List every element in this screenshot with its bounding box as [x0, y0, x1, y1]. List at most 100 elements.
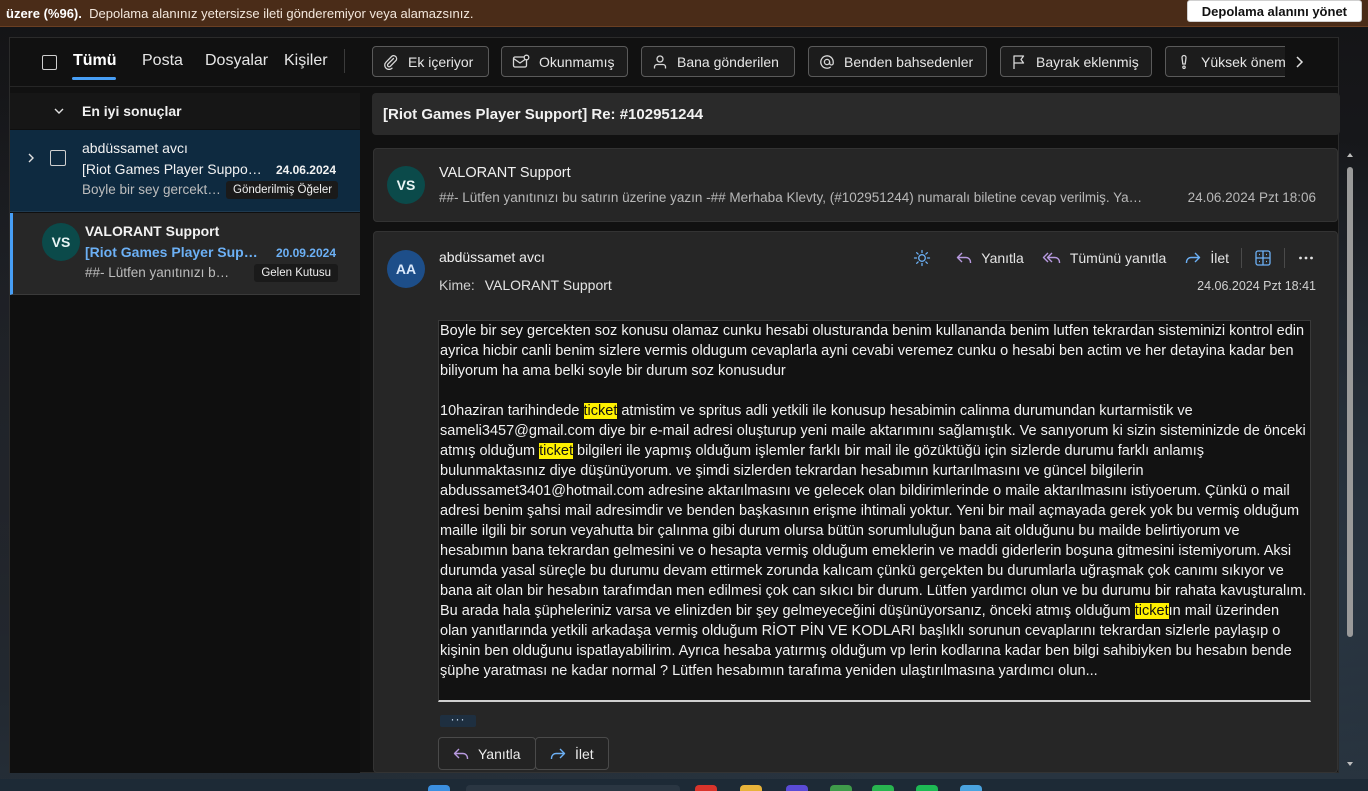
chip-label: Ek içeriyor: [408, 53, 474, 70]
filter-high-importance[interactable]: Yüksek önem: [1165, 46, 1285, 77]
manage-storage-button[interactable]: Depolama alanını yönet: [1186, 0, 1362, 22]
scrollbar-thumb[interactable]: [1347, 167, 1353, 637]
app-icon[interactable]: [960, 785, 982, 791]
forward-label: İlet: [575, 745, 594, 762]
filter-unread[interactable]: Okunmamış: [501, 46, 628, 77]
storage-message: Depolama alanınız yetersizse ileti gönde…: [89, 5, 474, 21]
result-sender: VALORANT Support: [85, 223, 220, 239]
folder-badge: Gelen Kutusu: [254, 264, 338, 282]
forward-icon: [550, 748, 566, 759]
forward-label: İlet: [1210, 250, 1229, 266]
show-more-button[interactable]: ···: [440, 713, 476, 727]
search-results-panel: Tümü Posta Dosyalar Kişiler Ek içeriyor …: [9, 37, 1340, 773]
folder-icon[interactable]: [740, 785, 762, 791]
result-preview: Boyle bir sey gercekten soz konusu olama…: [82, 182, 222, 197]
reply-label: Yanıtla: [478, 745, 521, 762]
app-icon[interactable]: [916, 785, 938, 791]
flag-icon: [1013, 54, 1025, 69]
message-sender: VALORANT Support: [439, 165, 571, 181]
group-label: En iyi sonuçlar: [82, 103, 182, 119]
apps-icon[interactable]: [1254, 249, 1272, 267]
filter-sent-to-me[interactable]: Bana gönderilen: [641, 46, 795, 77]
chip-label: Bana gönderilen: [677, 53, 779, 70]
actions-divider: [1284, 248, 1285, 268]
chevron-down-icon: [54, 108, 64, 114]
more-options-icon[interactable]: [1297, 249, 1315, 267]
importance-icon: [1181, 54, 1187, 69]
filter-divider: [344, 49, 345, 73]
tab-all[interactable]: Tümü: [73, 52, 117, 70]
sun-icon[interactable]: [913, 249, 931, 267]
result-checkbox[interactable]: [50, 150, 66, 166]
bottom-forward-button[interactable]: İlet: [535, 737, 609, 770]
message-collapsed[interactable]: VS VALORANT Support ##- Lütfen yanıtınız…: [373, 148, 1338, 222]
results-list: En iyi sonuçlar abdüssamet avcı [Riot Ga…: [10, 93, 360, 773]
bottom-reply-button[interactable]: Yanıtla: [438, 737, 536, 770]
filter-flagged[interactable]: Bayrak eklenmiş: [1000, 46, 1152, 77]
body-paragraph: Boyle bir sey gercekten soz konusu olama…: [440, 323, 1305, 379]
at-icon: [820, 54, 834, 69]
result-date: 24.06.2024: [275, 163, 336, 177]
windows-start-icon[interactable]: [428, 785, 450, 791]
reply-icon: [453, 748, 469, 759]
message-actions: Yanıtla Tümünü yanıtla İlet: [913, 248, 1315, 268]
app-icon[interactable]: [786, 785, 808, 791]
scroll-down-arrow[interactable]: [1346, 760, 1354, 768]
app-icon[interactable]: [830, 785, 852, 791]
select-all-checkbox[interactable]: [42, 55, 57, 70]
recipient-name[interactable]: VALORANT Support: [485, 277, 612, 293]
result-item[interactable]: abdüssamet avcı [Riot Games Player Suppo…: [10, 130, 360, 212]
storage-warning-banner: üzere (%96). Depolama alanınız yetersizs…: [0, 0, 1368, 27]
reply-all-icon: [1042, 252, 1061, 263]
avatar: VS: [387, 166, 425, 204]
scroll-up-arrow[interactable]: [1346, 151, 1354, 159]
storage-warning-text: üzere (%96). Depolama alanınız yetersizs…: [0, 6, 474, 21]
chevron-right-icon[interactable]: [1292, 52, 1308, 72]
message-recipients: Kime: VALORANT Support: [439, 277, 612, 293]
person-icon: [653, 54, 667, 68]
chip-label: Bayrak eklenmiş: [1036, 53, 1139, 70]
reply-icon: [957, 252, 972, 263]
conversation-subject: [Riot Games Player Support] Re: #1029512…: [372, 93, 1340, 135]
reading-pane: [Riot Games Player Support] Re: #1029512…: [372, 93, 1340, 773]
result-preview: ##- Lütfen yanıtınızı bu satırın üzerine…: [85, 265, 233, 280]
filter-bar: Tümü Posta Dosyalar Kişiler Ek içeriyor …: [10, 38, 1338, 87]
filter-mentions-me[interactable]: Benden bahsedenler: [808, 46, 987, 77]
unread-mail-icon: [512, 54, 530, 68]
reply-button[interactable]: Yanıtla: [955, 250, 1024, 266]
chip-label: Yüksek önem: [1201, 53, 1285, 70]
filter-has-attachment[interactable]: Ek içeriyor: [372, 46, 489, 77]
app-icon[interactable]: [872, 785, 894, 791]
search-highlight: ticket: [583, 403, 618, 419]
result-subject: [Riot Games Player Support] Re: #1029512…: [82, 161, 262, 177]
message-body: Boyle bir sey gercekten soz konusu olama…: [438, 320, 1311, 702]
result-item[interactable]: VS VALORANT Support [Riot Games Player S…: [10, 213, 360, 295]
forward-icon: [1186, 252, 1201, 263]
chip-label: Okunmamış: [539, 53, 615, 70]
search-highlight: ticket: [539, 443, 573, 459]
result-sender: abdüssamet avcı: [82, 140, 188, 156]
avatar: AA: [387, 250, 425, 288]
search-highlight: ticket: [1134, 603, 1169, 619]
avatar: VS: [42, 223, 80, 261]
reply-all-label: Tümünü yanıtla: [1069, 250, 1167, 266]
body-paragraph: 10haziran tarihindede ticket atmistim ve…: [440, 403, 1307, 679]
message-datetime: 24.06.2024 Pzt 18:06: [1187, 190, 1316, 205]
message-datetime: 24.06.2024 Pzt 18:41: [1197, 279, 1316, 293]
to-label: Kime:: [439, 277, 475, 293]
result-date: 20.09.2024: [275, 246, 336, 260]
taskbar: [0, 779, 1368, 791]
tab-files[interactable]: Dosyalar: [205, 52, 268, 70]
reply-all-button[interactable]: Tümünü yanıtla: [1042, 250, 1167, 266]
active-tab-indicator: [72, 77, 116, 80]
tab-people[interactable]: Kişiler: [284, 52, 328, 70]
top-results-header[interactable]: En iyi sonuçlar: [10, 93, 360, 129]
result-subject: [Riot Games Player Support] #102951244: [85, 244, 262, 260]
folder-badge: Gönderilmiş Öğeler: [226, 181, 338, 199]
forward-button[interactable]: İlet: [1184, 250, 1229, 266]
chevron-right-icon[interactable]: [24, 151, 38, 165]
message-snippet: ##- Lütfen yanıtınızı bu satırın üzerine…: [439, 190, 1149, 205]
app-icon[interactable]: [695, 785, 717, 791]
tab-mail[interactable]: Posta: [142, 52, 183, 70]
taskbar-search-box[interactable]: [466, 785, 680, 791]
